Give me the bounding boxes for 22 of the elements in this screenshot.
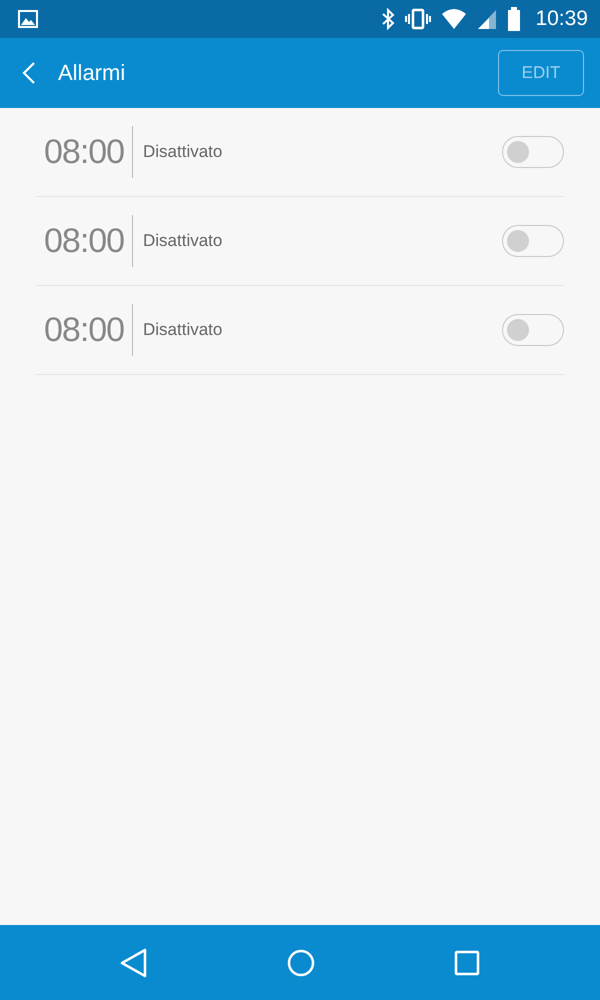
edit-button[interactable]: EDIT [498, 50, 584, 96]
screen-title: Allarmi [58, 60, 126, 86]
home-icon[interactable] [286, 948, 315, 976]
alarm-time: 08:00 [44, 132, 126, 172]
alarm-time: 08:00 [44, 222, 126, 260]
vibrate-icon [405, 8, 432, 30]
battery-icon [507, 7, 522, 31]
back-icon [22, 61, 36, 85]
status-time: 10:39 [535, 7, 588, 31]
alarm-toggle[interactable] [502, 225, 564, 257]
recents-icon[interactable] [454, 950, 480, 976]
alarm-time: 08:00 [44, 310, 126, 350]
alarm-status: Disattivato [143, 320, 224, 340]
wifi-icon [441, 8, 468, 30]
back-icon[interactable] [120, 948, 148, 978]
alarm-status: Disattivato [143, 142, 224, 162]
alarm-status: Disattivato [143, 231, 224, 251]
bluetooth-icon [381, 8, 396, 30]
signal-icon [477, 8, 498, 30]
alarm-toggle[interactable] [502, 314, 564, 346]
image-icon [18, 10, 38, 28]
alarm-toggle[interactable] [502, 136, 564, 168]
